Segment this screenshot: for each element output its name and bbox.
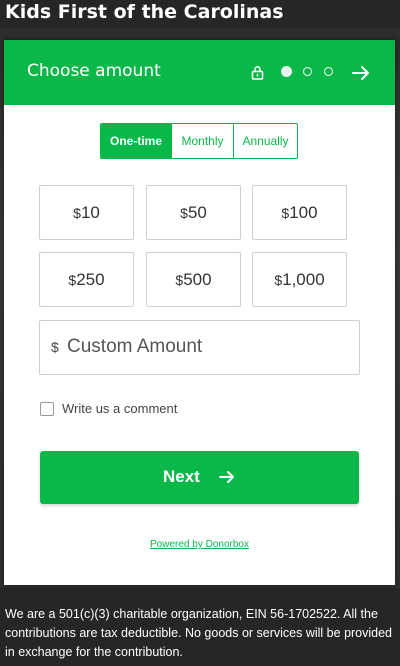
amount-currency: $: [73, 205, 81, 221]
tax-disclaimer: We are a 501(c)(3) charitable organizati…: [5, 607, 393, 659]
header-title: Choose amount: [27, 61, 161, 81]
amount-currency: $: [180, 205, 188, 221]
lock-icon: [251, 66, 264, 80]
amount-value: 1,000: [282, 270, 325, 289]
frequency-monthly-tab[interactable]: Monthly: [171, 124, 233, 158]
amount-button-250[interactable]: $250: [39, 252, 134, 307]
donation-widget: Choose amount One-time Monthly Annually …: [4, 40, 395, 585]
step-1-dot: [281, 66, 292, 77]
amount-value: 500: [183, 270, 212, 289]
custom-amount-field: $: [39, 320, 360, 375]
custom-amount-input[interactable]: [67, 331, 347, 363]
comment-checkbox-label[interactable]: Write us a comment: [62, 402, 177, 416]
amount-button-10[interactable]: $10: [39, 185, 134, 240]
frequency-toggle: One-time Monthly Annually: [100, 123, 298, 159]
frequency-annually-tab[interactable]: Annually: [233, 124, 297, 158]
arrow-right-icon: [219, 471, 234, 483]
powered-by-link[interactable]: Powered by Donorbox: [4, 539, 395, 550]
comment-checkbox[interactable]: [40, 402, 54, 416]
amount-value: 10: [80, 203, 100, 222]
amount-button-50[interactable]: $50: [146, 185, 241, 240]
next-button-label: Next: [163, 467, 200, 486]
custom-amount-currency: $: [51, 339, 59, 355]
step-3-dot: [324, 67, 333, 76]
amount-button-100[interactable]: $100: [252, 185, 347, 240]
amount-value: 250: [76, 270, 105, 289]
widget-header: Choose amount: [4, 40, 395, 105]
frequency-one-time-tab[interactable]: One-time: [101, 124, 171, 158]
amount-currency: $: [274, 272, 283, 288]
amount-button-500[interactable]: $500: [146, 252, 241, 307]
next-button[interactable]: Next: [40, 451, 359, 504]
amount-button-1000[interactable]: $1,000: [252, 252, 347, 307]
step-2-dot: [303, 67, 312, 76]
page-title: Kids First of the Carolinas: [5, 1, 284, 23]
arrow-right-icon[interactable]: [351, 63, 371, 83]
amount-value: 50: [187, 203, 207, 222]
amount-value: 100: [289, 203, 318, 222]
